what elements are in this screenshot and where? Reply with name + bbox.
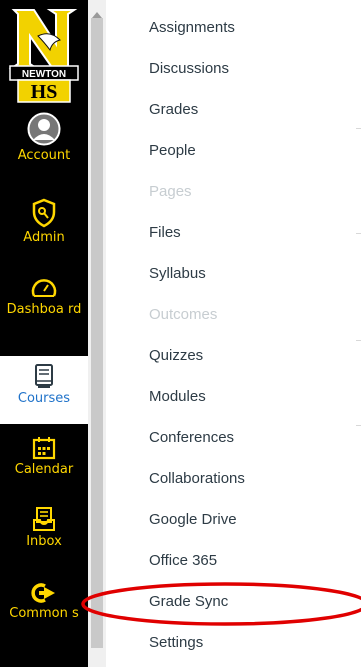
course-navigation-menu: Assignments Discussions Grades People Pa…: [106, 0, 336, 667]
school-logo[interactable]: NEWTON HS: [8, 6, 80, 104]
nav-commons-label: Common s: [9, 606, 79, 621]
course-menu-grades[interactable]: Grades: [149, 100, 198, 120]
nav-dashboard-label: Dashboa rd: [6, 302, 82, 317]
course-menu-google-drive[interactable]: Google Drive: [149, 510, 237, 530]
scrollbar-thumb[interactable]: [91, 18, 103, 648]
logo-initials: HS: [31, 81, 58, 103]
global-navigation: NEWTON HS Account Admin Dashboa rd Cours…: [0, 0, 88, 667]
course-menu-settings[interactable]: Settings: [149, 633, 203, 653]
course-menu-files[interactable]: Files: [149, 223, 181, 243]
content-edge-divider: [356, 233, 361, 234]
nav-inbox[interactable]: Inbox: [0, 506, 88, 550]
nav-courses-label: Courses: [17, 391, 71, 406]
nav-admin-label: Admin: [23, 230, 65, 245]
course-menu-syllabus[interactable]: Syllabus: [149, 264, 206, 284]
nav-account-label: Account: [17, 148, 71, 163]
course-menu-office-365[interactable]: Office 365: [149, 551, 217, 571]
course-menu-outcomes[interactable]: Outcomes: [149, 305, 217, 325]
course-menu-assignments[interactable]: Assignments: [149, 18, 235, 38]
nav-dashboard[interactable]: Dashboa rd: [0, 276, 88, 318]
nav-calendar[interactable]: Calendar: [0, 436, 88, 478]
course-menu-modules[interactable]: Modules: [149, 387, 206, 407]
admin-shield-icon: [32, 198, 56, 228]
nav-account[interactable]: Account: [0, 112, 88, 164]
course-menu-people[interactable]: People: [149, 141, 196, 161]
nav-commons[interactable]: Common s: [0, 582, 88, 622]
course-menu-pages[interactable]: Pages: [149, 182, 192, 202]
courses-book-icon: [35, 364, 53, 388]
course-menu-collaborations[interactable]: Collaborations: [149, 469, 245, 489]
newton-hs-logo-icon: NEWTON HS: [8, 9, 79, 103]
course-menu-grade-sync[interactable]: Grade Sync: [149, 592, 228, 612]
account-avatar-icon: [27, 112, 61, 146]
nav-inbox-label: Inbox: [26, 534, 62, 549]
nav-admin[interactable]: Admin: [0, 198, 88, 246]
nav-courses[interactable]: Courses: [0, 356, 88, 424]
content-edge-divider: [356, 128, 361, 129]
logo-word: NEWTON: [22, 69, 66, 80]
content-edge-divider: [356, 340, 361, 341]
course-menu-discussions[interactable]: Discussions: [149, 59, 229, 79]
course-menu-quizzes[interactable]: Quizzes: [149, 346, 203, 366]
inbox-icon: [33, 507, 55, 531]
nav-calendar-label: Calendar: [14, 462, 74, 477]
content-edge-divider: [356, 425, 361, 426]
calendar-icon: [32, 437, 56, 460]
commons-arrow-icon: [31, 583, 55, 603]
course-menu-conferences[interactable]: Conferences: [149, 428, 234, 448]
dashboard-gauge-icon: [31, 279, 57, 297]
